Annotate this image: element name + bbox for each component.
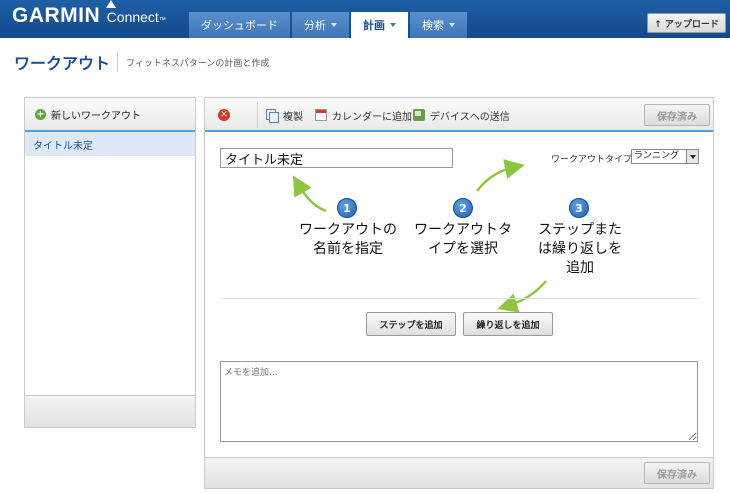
step-1-line2: 名前を指定 [313, 241, 383, 257]
logo-sub-text: Connect [106, 9, 159, 25]
main-nav: ダッシュボード 分析 計画 検索 [189, 12, 469, 38]
tab-label: 計画 [363, 19, 385, 32]
new-workout-button[interactable]: + 新しいワークアウト [25, 98, 195, 132]
left-panel-footer [25, 395, 195, 427]
page-subtitle: フィットネスパターンの計画と作成 [126, 59, 270, 69]
chevron-down-icon [390, 23, 396, 27]
page-title: ワークアウト [14, 54, 111, 73]
arrow-to-type [476, 159, 525, 192]
header-divider [117, 52, 118, 72]
workout-list-panel: + 新しいワークアウト タイトル未定 [24, 97, 196, 428]
new-workout-label: 新しいワークアウト [51, 110, 141, 122]
step-3-badge: 3 [569, 198, 589, 218]
tab-search[interactable]: 検索 [410, 12, 467, 38]
tab-analysis[interactable]: 分析 [292, 12, 349, 38]
editor-footer: 保存済み [205, 457, 713, 488]
hint-arrows [292, 159, 547, 313]
tab-label: 分析 [304, 19, 326, 32]
step-1-text: ワークアウトの 名前を指定 [293, 221, 403, 259]
chevron-down-icon [331, 23, 337, 27]
step-3-line1: ステップまた [538, 222, 622, 238]
workout-editor-panel: ✕ 複製 カレンダーに追加 デバイスへの送信 保存済み ワークアウトタイプ: ラ… [204, 97, 714, 489]
top-bar: GARMIN Connect™ ダッシュボード 分析 計画 検索 ↑ アップロー… [0, 0, 730, 38]
step-2-text: ワークアウトタ イプを選択 [408, 221, 518, 259]
step-3-text: ステップまた は繰り返しを 追加 [530, 221, 630, 278]
logo-sub: Connect™ [107, 9, 166, 25]
step-2-line2: イプを選択 [428, 241, 498, 257]
arrow-to-title [292, 175, 327, 213]
add-repeat-button[interactable]: 繰り返しを追加 [463, 312, 553, 336]
step-1-badge: 1 [337, 198, 357, 218]
memo-input[interactable] [220, 361, 698, 442]
tab-label: ダッシュボード [201, 19, 278, 32]
arrow-to-add-buttons [497, 280, 547, 313]
section-divider [221, 298, 699, 299]
footer-save-button[interactable]: 保存済み [644, 462, 710, 484]
step-1-line1: ワークアウトの [299, 222, 397, 238]
upload-button[interactable]: ↑ アップロード [647, 13, 726, 33]
logo-brand: GARMIN [12, 4, 101, 27]
step-3-line3: 追加 [566, 260, 594, 276]
tab-label: 検索 [422, 19, 444, 32]
list-item-label: タイトル未定 [33, 140, 93, 152]
logo-tm: ™ [158, 17, 166, 24]
list-item[interactable]: タイトル未定 [25, 132, 195, 156]
add-step-button[interactable]: ステップを追加 [366, 312, 456, 336]
plus-icon: + [35, 108, 46, 120]
logo-triangle-icon [106, 0, 116, 8]
tab-dashboard[interactable]: ダッシュボード [189, 12, 290, 38]
step-2-line1: ワークアウトタ [414, 222, 512, 238]
step-2-badge: 2 [453, 198, 473, 218]
step-3-line2: は繰り返しを [538, 241, 622, 257]
garmin-connect-logo[interactable]: GARMIN Connect™ [12, 0, 166, 28]
chevron-down-icon [449, 23, 455, 27]
tab-plan[interactable]: 計画 [351, 12, 408, 38]
